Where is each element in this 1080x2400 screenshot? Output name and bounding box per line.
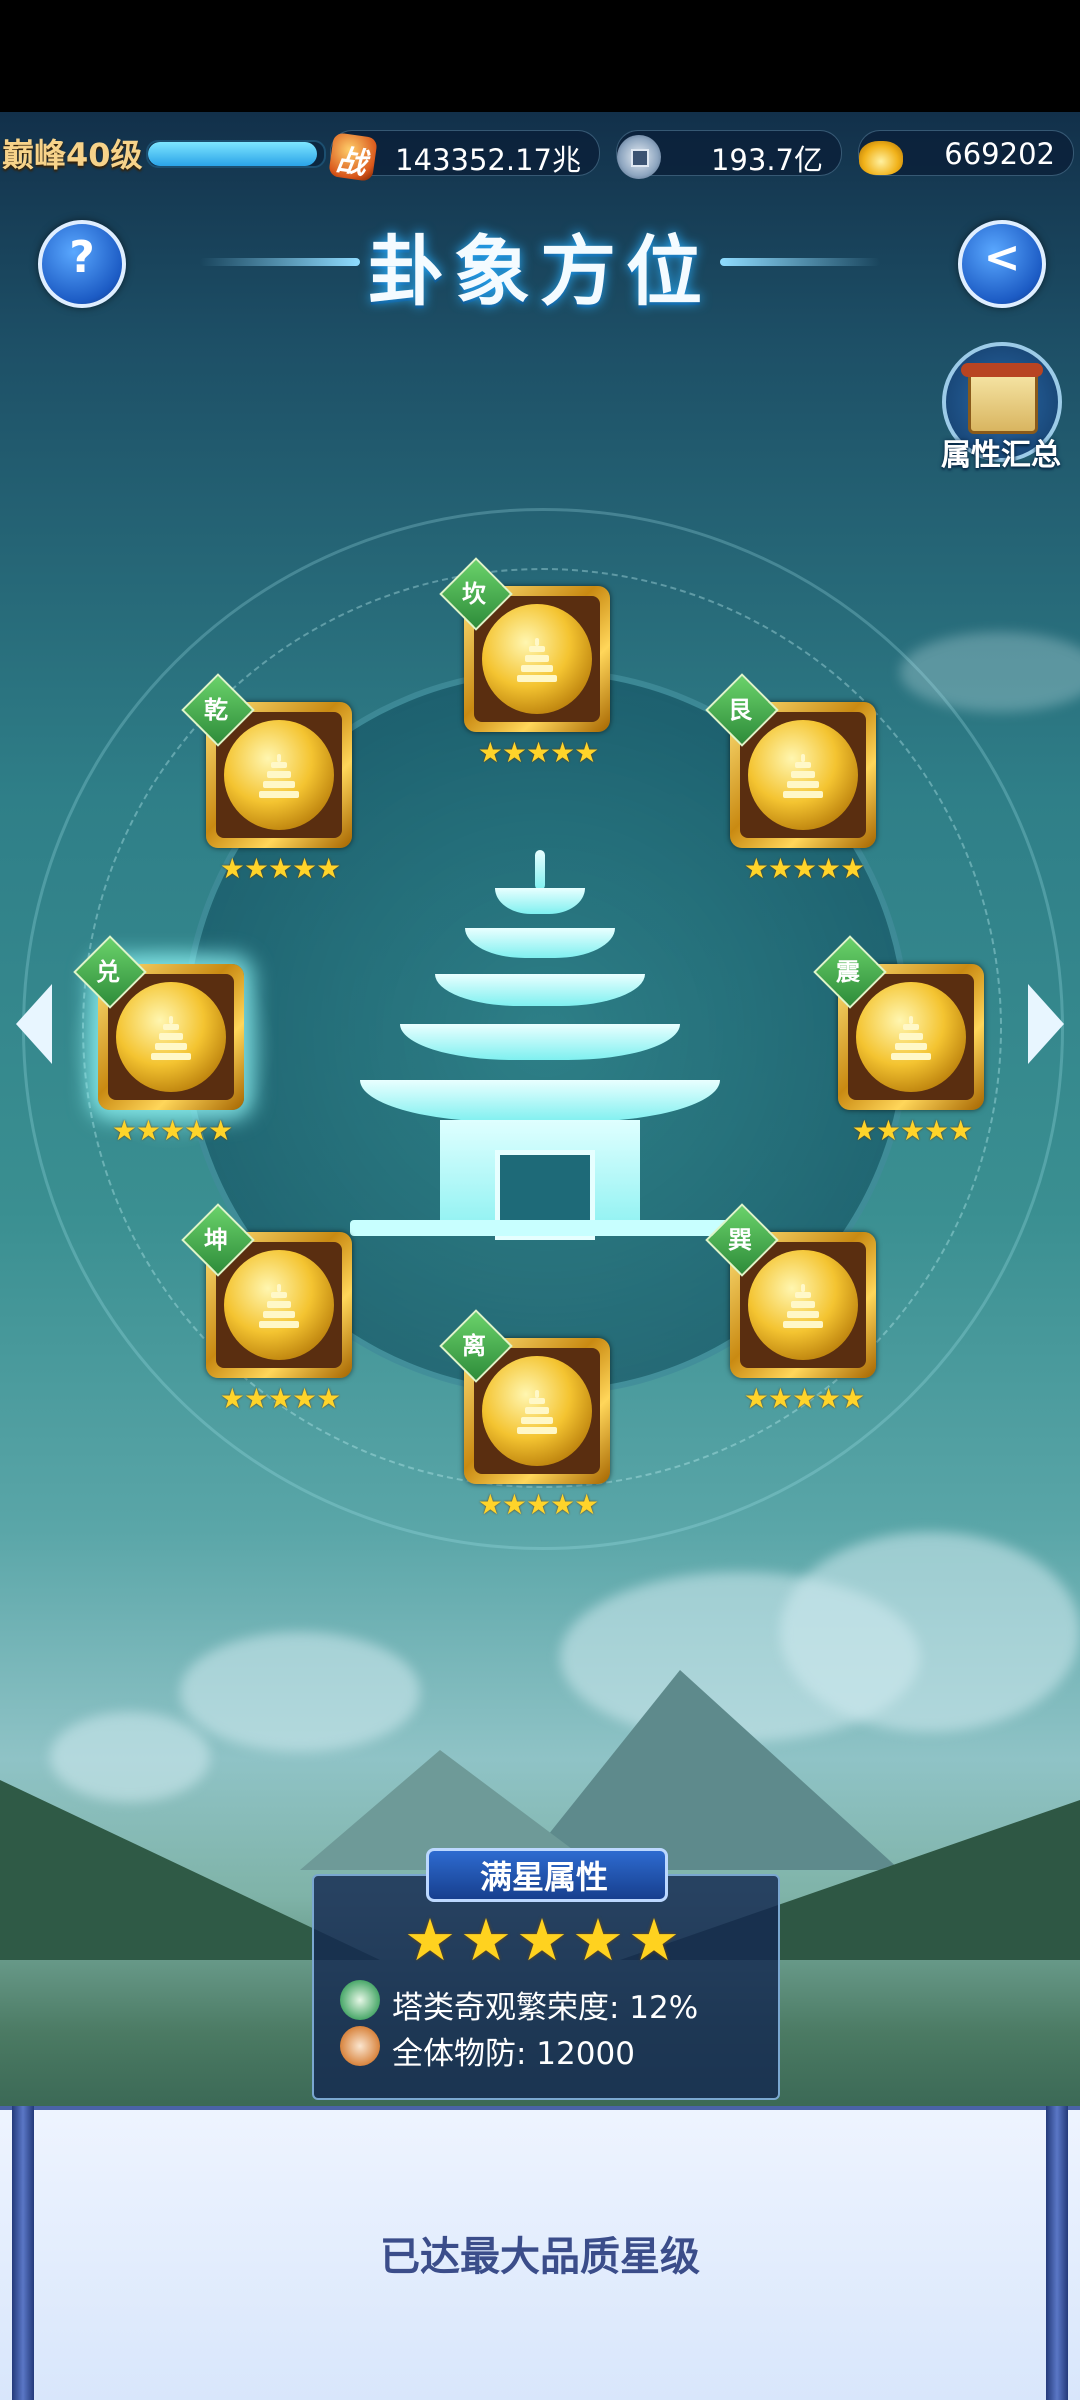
level-label: 巅峰40级 (2, 136, 143, 174)
gold-value: 669202 (944, 137, 1055, 171)
trigram-name: 乾 (204, 696, 228, 724)
trigram-stars: ★★★★★ (219, 1382, 342, 1415)
trigram-name: 艮 (728, 696, 752, 724)
trigram-li[interactable]: 离 ★★★★★ (439, 1309, 614, 1548)
central-pagoda (340, 850, 740, 1240)
shield-icon (340, 2026, 380, 2066)
attribute-prosperity: 塔类奇观繁荣度: 12% (392, 1990, 699, 2026)
leaf-icon (340, 1980, 380, 2020)
silver-coin-icon (617, 135, 661, 179)
golden-pagoda-orb-icon (116, 982, 226, 1092)
trigram-name: 离 (462, 1332, 486, 1360)
power-display: 战 143352.17兆 (328, 130, 600, 182)
trigram-name: 兑 (96, 958, 120, 986)
trigram-qian[interactable]: 乾 ★★★★★ (181, 673, 356, 912)
trigram-name: 坤 (204, 1226, 228, 1254)
trigram-stars: ★★★★★ (851, 1114, 974, 1147)
trigram-name: 巽 (728, 1226, 752, 1254)
max-quality-message: 已达最大品质星级 (380, 2234, 700, 2280)
silver-value: 193.7亿 (710, 143, 823, 177)
previous-arrow-icon[interactable] (16, 984, 52, 1064)
trigram-dui[interactable]: 兑 ★★★★★ (73, 935, 248, 1174)
golden-pagoda-orb-icon (748, 720, 858, 830)
golden-pagoda-orb-icon (224, 1250, 334, 1360)
power-icon: 战 (328, 132, 378, 182)
next-arrow-icon[interactable] (1028, 984, 1064, 1064)
page-title: 卦象方位 (368, 227, 712, 316)
attribute-summary-label: 属性汇总 (941, 438, 1061, 473)
trigram-stars: ★★★★★ (477, 736, 600, 769)
golden-pagoda-orb-icon (224, 720, 334, 830)
full-star-rating: ★★★★★ (404, 1906, 684, 1974)
trigram-stars: ★★★★★ (743, 1382, 866, 1415)
xp-bar (146, 140, 326, 168)
gold-ingot-icon (859, 141, 903, 175)
power-value: 143352.17兆 (395, 143, 581, 177)
trigram-stars: ★★★★★ (219, 852, 342, 885)
gold-display: 669202 (858, 130, 1074, 176)
full-star-title: 满星属性 (479, 1858, 608, 1896)
golden-pagoda-orb-icon (482, 604, 592, 714)
trigram-stars: ★★★★★ (111, 1114, 234, 1147)
game-screen: 巅峰40级 战 143352.17兆 193.7亿 669202 ? < 卦象方… (0, 0, 1080, 2400)
silver-display: 193.7亿 (616, 130, 842, 179)
trigram-name: 震 (836, 958, 860, 986)
trigram-name: 坎 (462, 580, 486, 608)
golden-pagoda-orb-icon (748, 1250, 858, 1360)
trigram-kun[interactable]: 坤 ★★★★★ (181, 1203, 356, 1442)
xp-bar-fill (148, 142, 317, 166)
trigram-xun[interactable]: 巽 ★★★★★ (705, 1203, 880, 1442)
resource-bar: 巅峰40级 战 143352.17兆 193.7亿 669202 (0, 116, 1080, 188)
trigram-stars: ★★★★★ (477, 1488, 600, 1521)
golden-pagoda-orb-icon (482, 1356, 592, 1466)
trigram-kan[interactable]: 坎 ★★★★★ (439, 557, 614, 796)
attribute-defense: 全体物防: 12000 (392, 2036, 635, 2072)
status-bar (0, 0, 1080, 112)
golden-pagoda-orb-icon (856, 982, 966, 1092)
trigram-zhen[interactable]: 震 ★★★★★ (813, 935, 988, 1174)
trigram-gen[interactable]: 艮 ★★★★★ (705, 673, 880, 912)
scroll-icon (961, 363, 1043, 434)
trigram-stars: ★★★★★ (743, 852, 866, 885)
